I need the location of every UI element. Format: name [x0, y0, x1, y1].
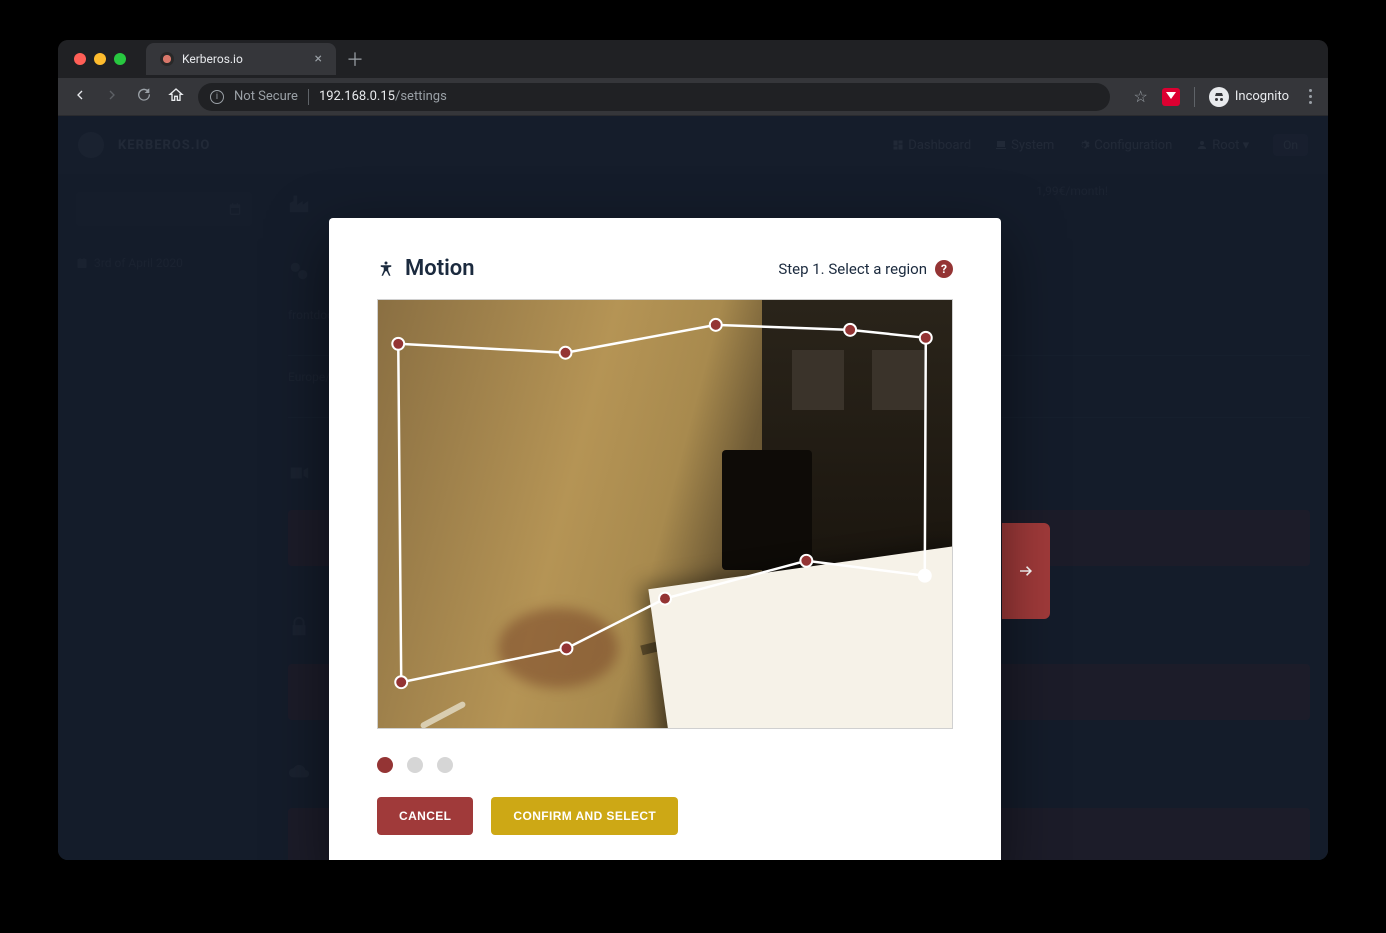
motion-region-modal: Motion Step 1. Select a region ?	[329, 218, 1001, 860]
close-tab-button[interactable]: ×	[315, 51, 322, 67]
cancel-button[interactable]: CANCEL	[377, 797, 473, 835]
tab-title: Kerberos.io	[182, 52, 243, 66]
toolbar: i Not Secure 192.168.0.15/settings ☆ Inc…	[58, 78, 1328, 116]
separator	[308, 89, 309, 105]
browser-window: Kerberos.io × ＋ i Not Secure 192.168.0.1…	[58, 40, 1328, 860]
polygon-vertex[interactable]	[395, 676, 407, 688]
new-tab-button[interactable]: ＋	[346, 46, 364, 72]
next-step-button[interactable]	[1002, 523, 1050, 619]
pager-dot-2[interactable]	[407, 757, 423, 773]
security-status: Not Secure	[234, 89, 298, 104]
url-path: /settings	[395, 89, 447, 104]
polygon-overlay[interactable]	[378, 300, 952, 728]
browser-menu-button[interactable]	[1303, 89, 1318, 104]
fullscreen-window-button[interactable]	[114, 53, 126, 65]
tab-favicon	[160, 52, 174, 66]
back-button[interactable]	[72, 87, 88, 107]
step-pager	[377, 757, 953, 773]
site-info-icon[interactable]: i	[210, 90, 224, 104]
address-bar[interactable]: i Not Secure 192.168.0.15/settings	[198, 83, 1110, 111]
pager-dot-1[interactable]	[377, 757, 393, 773]
polygon-vertex[interactable]	[560, 642, 572, 654]
polygon-vertex[interactable]	[800, 555, 812, 567]
forward-button[interactable]	[104, 87, 120, 107]
incognito-icon	[1209, 87, 1229, 107]
window-controls	[74, 53, 126, 65]
home-button[interactable]	[168, 87, 184, 107]
region-canvas[interactable]	[377, 299, 953, 729]
incognito-label: Incognito	[1235, 89, 1289, 104]
polygon-vertex[interactable]	[920, 332, 932, 344]
polygon-path	[398, 325, 926, 682]
close-window-button[interactable]	[74, 53, 86, 65]
tab-strip: Kerberos.io × ＋	[58, 40, 1328, 78]
minimize-window-button[interactable]	[94, 53, 106, 65]
reload-button[interactable]	[136, 87, 152, 107]
pager-dot-3[interactable]	[437, 757, 453, 773]
polygon-vertex[interactable]	[559, 347, 571, 359]
angular-extension-icon[interactable]	[1162, 88, 1180, 106]
url-host: 192.168.0.15	[319, 89, 395, 104]
polygon-vertex[interactable]	[844, 324, 856, 336]
page-content: KERBEROS.IO Dashboard System Configurati…	[58, 116, 1328, 860]
browser-tab[interactable]: Kerberos.io ×	[146, 43, 336, 75]
modal-title: Motion	[377, 256, 475, 281]
separator	[1194, 87, 1195, 107]
polygon-vertex[interactable]	[710, 319, 722, 331]
help-icon[interactable]: ?	[935, 260, 953, 278]
polygon-vertex[interactable]	[659, 593, 671, 605]
confirm-button[interactable]: CONFIRM AND SELECT	[491, 797, 678, 835]
bookmark-icon[interactable]: ☆	[1134, 87, 1148, 106]
polygon-vertex[interactable]	[392, 338, 404, 350]
polygon-vertex[interactable]	[919, 570, 931, 582]
arrow-right-icon	[1017, 562, 1035, 580]
step-indicator: Step 1. Select a region ?	[778, 260, 953, 278]
incognito-indicator: Incognito	[1209, 87, 1289, 107]
person-icon	[377, 259, 395, 279]
